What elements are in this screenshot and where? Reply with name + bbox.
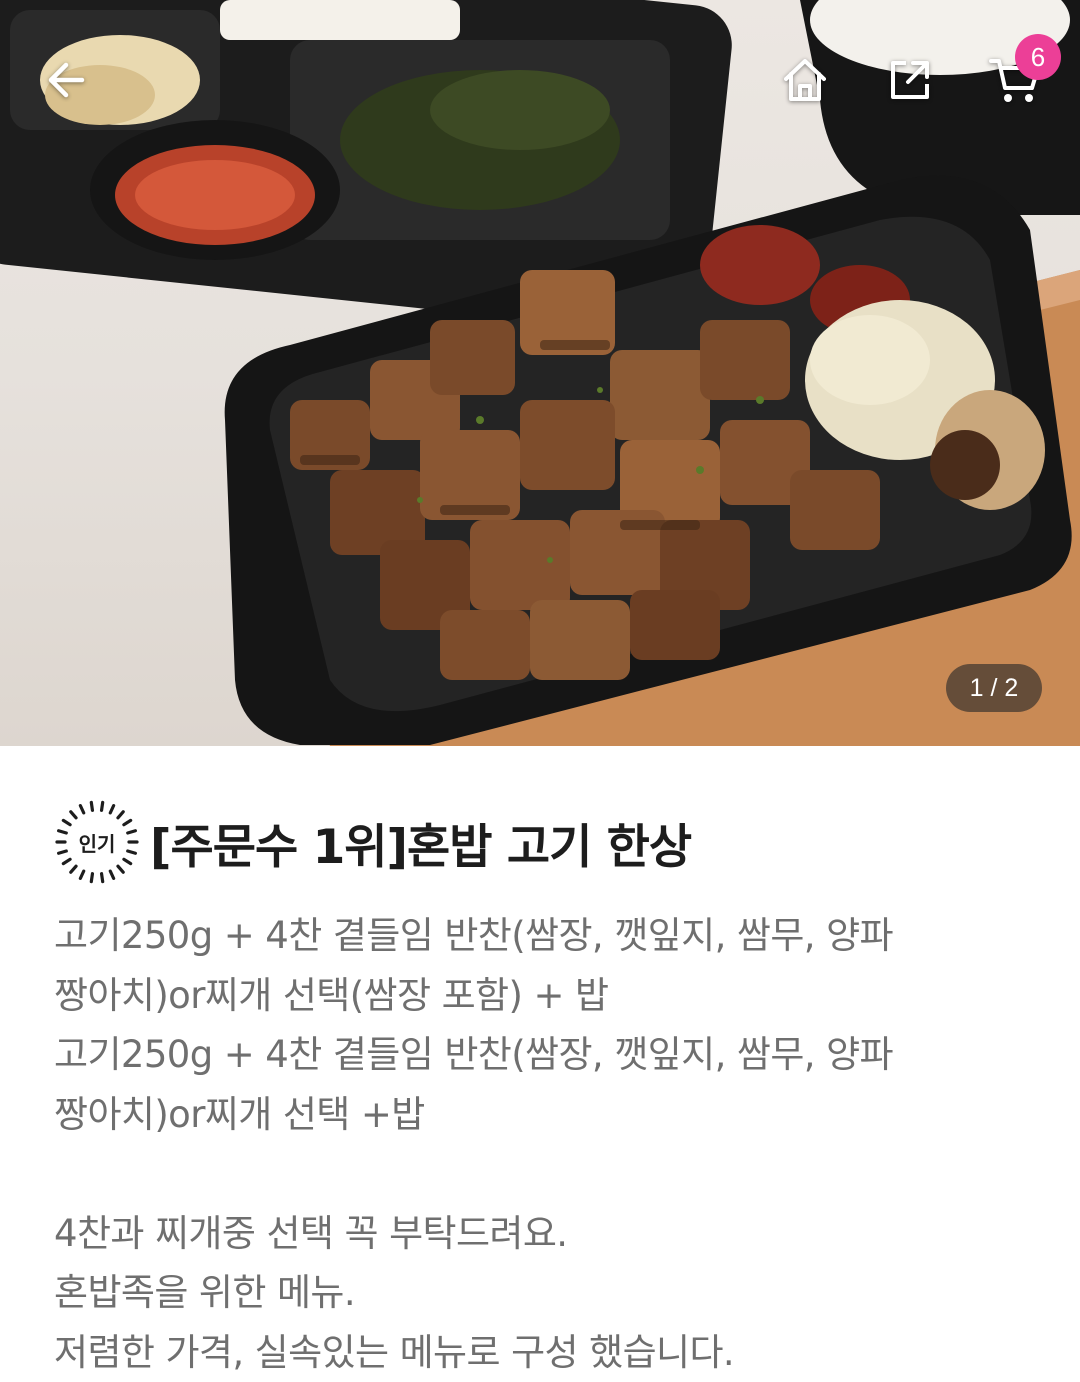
badge-ray — [102, 874, 103, 882]
badge-ray — [59, 851, 67, 853]
badge-ray — [128, 851, 136, 853]
badge-ray — [124, 820, 131, 824]
description-line: 짱아치)or찌개 선택 +밥 — [54, 1085, 1026, 1145]
description-line: 고기250g + 4찬 곁들임 반찬(쌈장, 깻잎지, 쌈무, 양파 — [54, 906, 1026, 966]
product-info: 인기 [주문수 1위]혼밥 고기 한상 고기250g + 4찬 곁들임 반찬(쌈… — [0, 746, 1080, 1382]
popular-badge-icon: 인기 — [54, 799, 140, 885]
badge-ray — [71, 866, 76, 872]
badge-ray — [71, 812, 76, 818]
cart-count-badge: 6 — [1015, 34, 1061, 80]
badge-ray — [110, 871, 113, 878]
badge-ray — [128, 831, 136, 833]
popular-badge-label: 인기 — [79, 832, 116, 856]
share-button[interactable] — [870, 40, 950, 120]
badge-ray — [59, 831, 67, 833]
badge-ray — [124, 859, 131, 863]
product-image-gallery[interactable]: 6 1 / 2 — [0, 0, 1080, 746]
badge-ray — [63, 820, 70, 824]
product-title-row: 인기 [주문수 1위]혼밥 고기 한상 — [54, 794, 1026, 890]
badge-ray — [80, 871, 83, 878]
gallery-page-indicator: 1 / 2 — [946, 664, 1042, 712]
product-title: [주문수 1위]혼밥 고기 한상 — [150, 808, 691, 877]
description-line: 4찬과 찌개중 선택 꼭 부탁드려요. — [54, 1204, 1026, 1264]
home-icon — [780, 55, 830, 105]
badge-ray — [118, 866, 123, 872]
badge-ray — [118, 812, 123, 818]
badge-ray — [80, 806, 83, 813]
badge-ray — [110, 806, 113, 813]
description-line: 짱아치)or찌개 선택(쌈장 포함) + 밥 — [54, 966, 1026, 1026]
description-line: 저렴한 가격, 실속있는 메뉴로 구성 했습니다. — [54, 1323, 1026, 1382]
badge-ray — [91, 802, 92, 810]
product-description: 고기250g + 4찬 곁들임 반찬(쌈장, 깻잎지, 쌈무, 양파짱아치)or… — [54, 906, 1026, 1382]
arrow-left-icon — [42, 56, 90, 104]
description-line: 고기250g + 4찬 곁들임 반찬(쌈장, 깻잎지, 쌈무, 양파 — [54, 1025, 1026, 1085]
badge-ray — [91, 874, 92, 882]
back-button[interactable] — [26, 40, 106, 120]
home-button[interactable] — [765, 40, 845, 120]
description-line: 혼밥족을 위한 메뉴. — [54, 1263, 1026, 1323]
badge-ray — [102, 802, 103, 810]
description-line — [54, 1144, 1026, 1204]
share-icon — [886, 56, 934, 104]
badge-ray — [63, 859, 70, 863]
